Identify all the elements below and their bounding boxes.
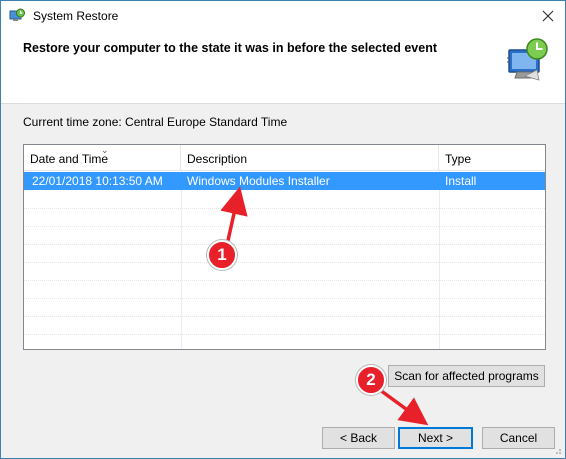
table-row[interactable]: 22/01/2018 10:13:50 AM Windows Modules I… xyxy=(24,172,545,190)
close-icon xyxy=(542,10,554,22)
annotation-badge-2: 2 xyxy=(356,365,386,395)
back-button[interactable]: < Back xyxy=(322,427,395,449)
timezone-label: Current time zone: Central Europe Standa… xyxy=(23,115,288,129)
empty-row xyxy=(24,227,545,245)
column-header-type[interactable]: Type xyxy=(439,145,545,171)
annotation-badge-1: 1 xyxy=(207,240,237,270)
empty-row xyxy=(24,281,545,299)
column-header-label: Date and Time xyxy=(30,152,109,166)
empty-row xyxy=(24,263,545,281)
cell-description: Windows Modules Installer xyxy=(187,174,330,188)
system-restore-window: System Restore Restore your computer to … xyxy=(0,0,566,459)
window-title: System Restore xyxy=(33,9,119,23)
column-header-label: Description xyxy=(187,152,248,166)
close-button[interactable] xyxy=(537,5,559,27)
empty-row xyxy=(24,209,545,227)
empty-row xyxy=(24,245,545,263)
empty-row xyxy=(24,299,545,317)
column-header-date[interactable]: Date and Time ⌄ xyxy=(24,145,181,171)
header-panel: Restore your computer to the state it wa… xyxy=(1,32,565,104)
cancel-button[interactable]: Cancel xyxy=(482,427,555,449)
title-bar: System Restore xyxy=(1,1,565,32)
cell-type: Install xyxy=(445,174,477,188)
sort-chevron-icon: ⌄ xyxy=(101,145,109,155)
empty-row xyxy=(24,317,545,335)
restore-computer-icon xyxy=(507,38,548,81)
system-restore-icon xyxy=(9,8,25,21)
cell-date: 22/01/2018 10:13:50 AM xyxy=(32,174,163,188)
empty-row xyxy=(24,191,545,209)
resize-grip-icon[interactable] xyxy=(552,445,562,455)
scan-affected-programs-button[interactable]: Scan for affected programs xyxy=(388,365,545,387)
header-title: Restore your computer to the state it wa… xyxy=(23,41,437,55)
table-header: Date and Time ⌄ Description Type xyxy=(24,145,545,171)
restore-points-table: Date and Time ⌄ Description Type 22/01/2… xyxy=(23,144,546,350)
next-button[interactable]: Next > xyxy=(398,427,473,449)
column-header-label: Type xyxy=(445,152,472,166)
column-header-description[interactable]: Description xyxy=(181,145,439,171)
